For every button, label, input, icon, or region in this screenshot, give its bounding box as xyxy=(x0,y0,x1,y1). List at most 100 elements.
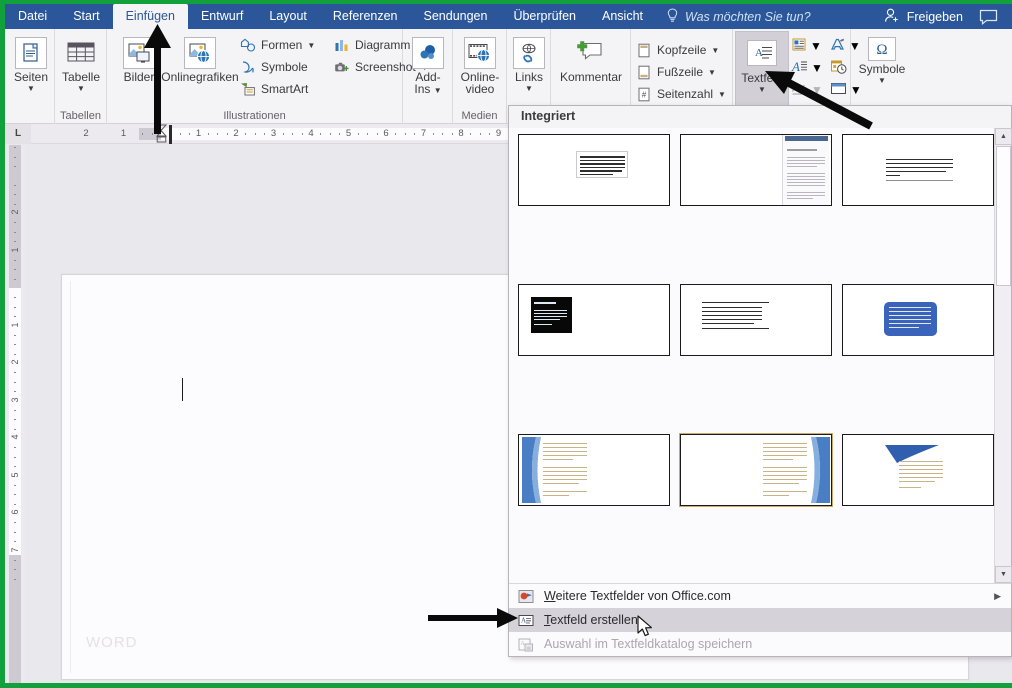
online-video-icon xyxy=(464,37,496,69)
tab-einfuegen[interactable]: Einfügen xyxy=(112,4,188,29)
gallery-item-facette-randleiste-rechts[interactable]: Facette Randleiste (rechts) xyxy=(679,433,833,583)
onlinegrafiken-button[interactable]: Onlinegrafiken xyxy=(155,33,245,84)
ruler-tick xyxy=(432,132,434,135)
onlinegrafiken-label: Onlinegrafiken xyxy=(161,70,239,84)
online-video-button[interactable]: Online-video xyxy=(452,33,508,95)
date-time-icon xyxy=(830,59,847,77)
chevron-down-icon[interactable]: ▼ xyxy=(878,77,886,85)
ruler-tick xyxy=(217,132,219,135)
smartart-button[interactable]: SmartArt xyxy=(235,78,325,100)
vruler-tick xyxy=(14,372,16,374)
scrollbar-thumb[interactable] xyxy=(996,146,1011,286)
chevron-down-icon[interactable]: ▼ xyxy=(811,83,823,97)
seitenzahl-label: Seitenzahl xyxy=(657,87,714,101)
gallery-item-bewegungsrandleiste[interactable]: Bewegungsrandleiste xyxy=(518,284,670,446)
chevron-down-icon[interactable]: ▼ xyxy=(758,86,766,94)
chevron-down-icon[interactable]: ▼ xyxy=(810,39,822,53)
tab-entwurf[interactable]: Entwurf xyxy=(188,4,256,29)
tab-layout[interactable]: Layout xyxy=(256,4,320,29)
vruler-tick xyxy=(14,494,16,496)
chevron-down-icon[interactable]: ▼ xyxy=(708,68,716,77)
textfeld-gallery-dropdown[interactable]: Integriert Einfaches T xyxy=(508,105,1012,657)
ruler-tick xyxy=(320,132,322,135)
links-label: Links xyxy=(514,70,543,84)
kommentar-button[interactable]: Kommentar xyxy=(551,33,631,84)
tab-datei[interactable]: Datei xyxy=(5,4,60,29)
online-pictures-icon xyxy=(184,37,216,69)
menu-textfeld-erstellen[interactable]: A Textfeld erstellen xyxy=(509,608,1011,632)
vruler-tick xyxy=(14,147,16,149)
seiten-button[interactable]: Seiten ▼ xyxy=(5,33,59,93)
gallery-thumb xyxy=(518,434,670,506)
page-watermark: WORD xyxy=(86,634,138,651)
schnellbausteine-button[interactable]: ▼ ▼ xyxy=(791,35,861,57)
vertical-ruler[interactable]: 2 1 1 2 3 4 5 6 7 xyxy=(5,145,25,683)
ruler-tick xyxy=(489,132,491,135)
vruler-number: 1 xyxy=(10,322,20,328)
gallery-item-bewegungszitat[interactable]: Bewegungszitat xyxy=(680,284,832,446)
chevron-down-icon[interactable]: ▼ xyxy=(307,41,315,50)
scroll-up-button[interactable]: ▲ xyxy=(995,128,1012,145)
menu-weitere-textfelder[interactable]: Weitere Textfelder von Office.com ▶ xyxy=(509,584,1011,608)
gallery-item-facette-zitat[interactable]: Facette Zitat xyxy=(842,434,994,583)
object-icon xyxy=(830,81,847,99)
chevron-down-icon[interactable]: ▼ xyxy=(27,85,35,93)
gallery-scrollbar[interactable]: ▲ ▼ xyxy=(994,128,1012,583)
tabelle-button[interactable]: Tabelle ▼ xyxy=(53,33,109,93)
tab-sendungen[interactable]: Sendungen xyxy=(411,4,501,29)
kopfzeile-button[interactable]: Kopfzeile ▼ xyxy=(631,39,732,61)
fusszeile-button[interactable]: Fußzeile ▼ xyxy=(631,61,732,83)
vruler-margin-bottom xyxy=(9,555,21,683)
symbole-illu-button[interactable]: Symbole xyxy=(235,56,325,78)
vruler-number: 2 xyxy=(10,359,20,365)
group-label-medien: Medien xyxy=(461,110,498,122)
chevron-down-icon[interactable]: ▼ xyxy=(711,46,719,55)
links-button[interactable]: Links ▼ xyxy=(501,33,557,93)
comment-icon xyxy=(575,37,607,69)
online-video-label: Online-video xyxy=(460,70,500,96)
chevron-down-icon[interactable]: ▼ xyxy=(77,85,85,93)
seitenzahl-button[interactable]: # Seitenzahl ▼ xyxy=(631,83,732,105)
menu-label: Auswahl im Textfeldkatalog speichern xyxy=(544,637,753,651)
gallery-thumb xyxy=(680,134,832,206)
gallery-item-austin-zitat[interactable]: Austin Zitat xyxy=(842,134,994,296)
ruler-tick xyxy=(179,132,181,135)
ruler-tick xyxy=(207,132,209,135)
gallery-item-austin-randleiste[interactable]: Austin Randleiste xyxy=(680,134,832,296)
menu-auswahl-speichern: A Auswahl im Textfeldkatalog speichern xyxy=(509,632,1011,656)
textfeld-button[interactable]: A Textfeld ▼ xyxy=(735,31,789,115)
gallery-item-facette-randleiste-links[interactable]: Facette Randleiste (links) xyxy=(518,434,670,583)
gallery-item-einfaches-textfeld[interactable]: Einfaches Textfeld xyxy=(518,134,670,296)
tab-ansicht[interactable]: Ansicht xyxy=(589,4,656,29)
ruler-tick xyxy=(226,132,228,135)
addins-button[interactable]: Add- Ins ▼ xyxy=(400,33,456,97)
chevron-down-icon[interactable]: ▼ xyxy=(525,85,533,93)
signaturzeile-button[interactable]: ▼ ▼ xyxy=(791,79,862,101)
tab-referenzen[interactable]: Referenzen xyxy=(320,4,411,29)
formen-button[interactable]: Formen ▼ xyxy=(235,34,325,56)
chevron-down-icon[interactable]: ▼ xyxy=(718,90,726,99)
gallery-body[interactable]: Einfaches Textfeld xyxy=(509,128,994,583)
ribbon-tab-bar: Datei Start Einfügen Entwurf Layout Refe… xyxy=(5,4,1012,29)
tab-label: Einfügen xyxy=(125,8,175,23)
tab-ueberpruefen[interactable]: Überprüfen xyxy=(500,4,589,29)
tab-start[interactable]: Start xyxy=(60,4,112,29)
chart-icon xyxy=(333,37,350,54)
initiale-button[interactable]: A ▼ xyxy=(791,57,849,79)
ruler-tick xyxy=(329,132,331,135)
tab-label: Start xyxy=(73,8,100,23)
tell-me-box[interactable]: Was möchten Sie tun? xyxy=(656,4,821,29)
wordart-icon xyxy=(829,37,846,55)
symbole-button[interactable]: Ω Symbole ▼ xyxy=(851,33,913,85)
chevron-down-icon[interactable]: ▼ xyxy=(811,61,823,75)
svg-text:A: A xyxy=(755,47,763,59)
share-button[interactable]: Freigeben xyxy=(874,4,973,29)
vruler-tick xyxy=(14,428,16,430)
ruler-tick xyxy=(301,132,303,135)
comments-pane-icon[interactable] xyxy=(973,4,1012,29)
gallery-item-einfaches-zitat[interactable]: Einfaches Zitat xyxy=(842,284,994,446)
tab-stop-selector[interactable]: L xyxy=(5,123,31,144)
indent-markers[interactable] xyxy=(155,124,168,144)
addins-label: Add- Ins ▼ xyxy=(414,70,442,96)
scroll-down-button[interactable]: ▼ xyxy=(995,566,1012,583)
